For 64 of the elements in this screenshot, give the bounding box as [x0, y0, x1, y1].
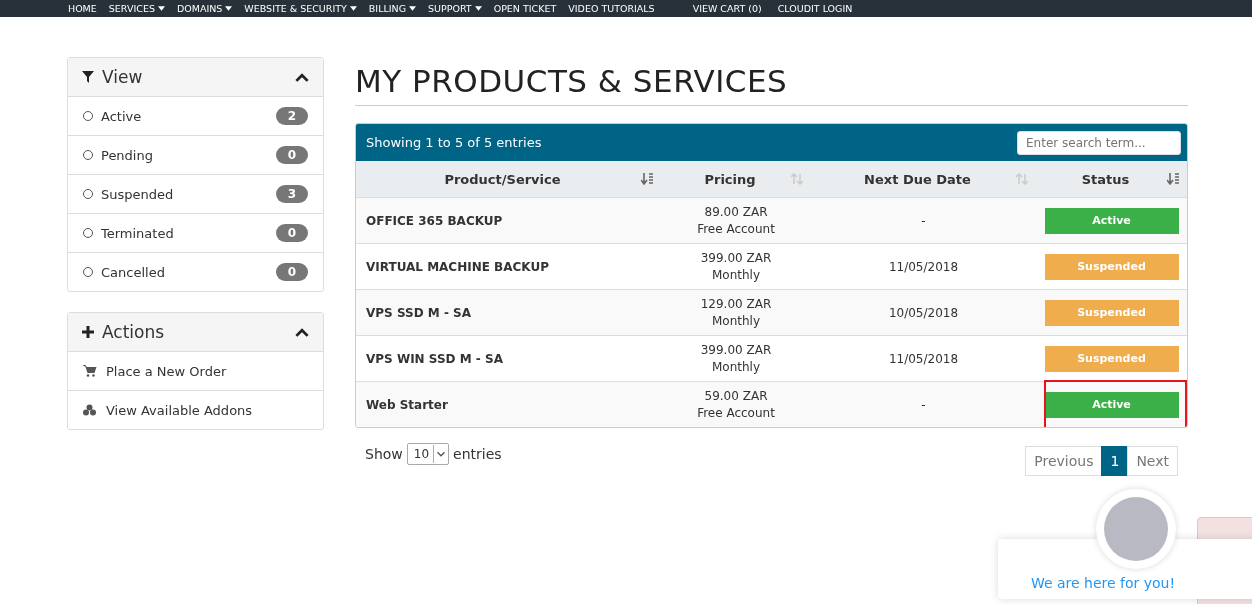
- filter-item[interactable]: Cancelled 0: [68, 253, 323, 291]
- pagination-button[interactable]: 1: [1101, 446, 1129, 476]
- status-badge: Active: [1044, 207, 1179, 234]
- price-text: 399.00 ZAR: [700, 341, 772, 359]
- cart-icon: [82, 365, 97, 377]
- nav-link[interactable]: BILLING: [368, 3, 416, 14]
- table-cell: VPS SSD M - SA: [356, 289, 661, 335]
- billing-cycle: Monthly: [711, 312, 760, 330]
- status-badge: Active: [1044, 391, 1179, 418]
- count-badge: 0: [275, 263, 308, 281]
- nav-link[interactable]: SUPPORT: [428, 3, 482, 14]
- cart-link[interactable]: VIEW CART (0): [692, 3, 762, 14]
- count-badge: 3: [275, 185, 308, 203]
- chevron-icon[interactable]: [295, 72, 309, 82]
- price-text: 59.00 ZAR: [704, 387, 768, 405]
- search-field[interactable]: Enter search term...: [1017, 130, 1181, 155]
- filter-icon: [82, 71, 94, 83]
- billing-cycle: Free Account: [697, 220, 775, 238]
- billing-cycle: Monthly: [711, 266, 760, 284]
- action-item[interactable]: View Available Addons: [68, 391, 323, 429]
- panel-title: View: [102, 67, 144, 87]
- price-text: 89.00 ZAR: [704, 203, 768, 221]
- filter-item[interactable]: Active 2: [68, 97, 323, 136]
- table-cell: -: [811, 381, 1036, 427]
- column-header[interactable]: Status: [1036, 161, 1187, 197]
- plus-icon: [82, 326, 94, 338]
- filter-item[interactable]: Pending 0: [68, 136, 323, 175]
- status-badge: Suspended: [1044, 253, 1179, 280]
- cubes-icon: [82, 404, 97, 416]
- count-badge: 0: [275, 146, 308, 164]
- page-size-select[interactable]: 10: [406, 443, 450, 465]
- nav-link[interactable]: SERVICES: [108, 3, 165, 14]
- pagination-button[interactable]: Next: [1127, 446, 1178, 476]
- table-cell: Web Starter: [356, 381, 661, 427]
- action-item[interactable]: Place a New Order: [68, 352, 323, 391]
- billing-cycle: Monthly: [711, 358, 760, 376]
- table-cell: 10/05/2018: [811, 289, 1036, 335]
- page-title: MY PRODUCTS & SERVICES: [355, 57, 1188, 106]
- nav-link[interactable]: VIDEO TUTORIALS: [568, 3, 655, 14]
- panel-title: Actions: [102, 322, 166, 342]
- nav-link[interactable]: OPEN TICKET: [493, 3, 557, 14]
- column-header[interactable]: Product/Service: [356, 161, 661, 197]
- status-badge: Suspended: [1044, 345, 1179, 372]
- table-cell: OFFICE 365 BACKUP: [356, 197, 661, 243]
- nav-link[interactable]: WEBSITE & SECURITY: [244, 3, 357, 14]
- login-link[interactable]: CLOUDIT LOGIN: [777, 3, 853, 14]
- entries-info: Showing 1 to 5 of 5 entries: [366, 135, 542, 150]
- billing-cycle: Free Account: [697, 404, 775, 422]
- column-header[interactable]: Pricing: [661, 161, 811, 197]
- show-label: Show: [365, 446, 403, 462]
- table-cell: -: [811, 197, 1036, 243]
- status-badge: Suspended: [1044, 299, 1179, 326]
- price-text: 129.00 ZAR: [700, 295, 772, 313]
- nav-link[interactable]: DOMAINS: [176, 3, 233, 14]
- count-badge: 2: [275, 107, 308, 125]
- count-badge: 0: [275, 224, 308, 242]
- chevron-icon[interactable]: [295, 327, 309, 337]
- column-header[interactable]: Next Due Date: [811, 161, 1036, 197]
- nav-link[interactable]: HOME: [68, 3, 97, 14]
- filter-item[interactable]: Suspended 3: [68, 175, 323, 214]
- chat-message: We are here for you!: [1030, 575, 1177, 593]
- entries-label: entries: [453, 446, 502, 462]
- filter-item[interactable]: Terminated 0: [68, 214, 323, 253]
- price-text: 399.00 ZAR: [700, 249, 772, 267]
